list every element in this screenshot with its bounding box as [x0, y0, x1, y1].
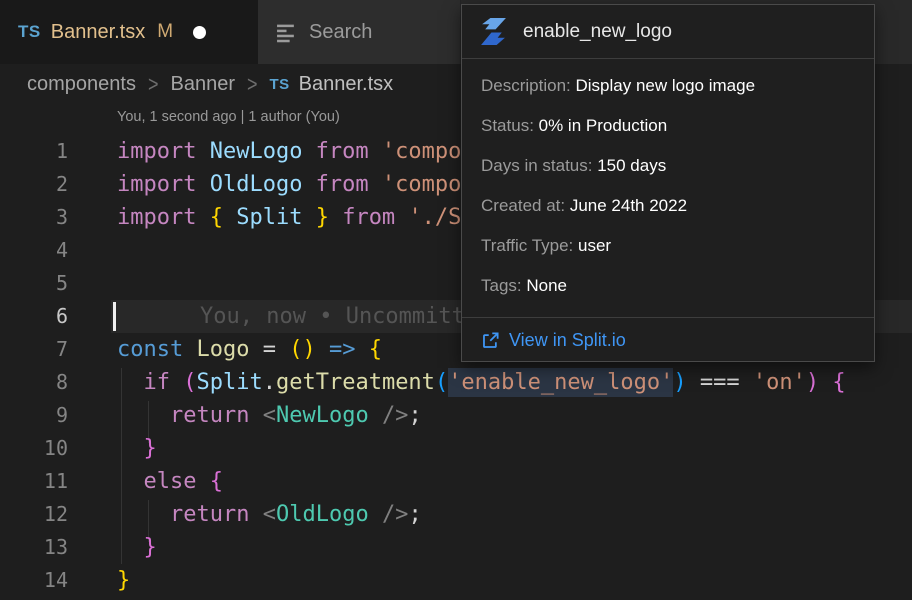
git-modified-badge: M — [157, 21, 173, 43]
view-in-split-label: View in Split.io — [509, 330, 626, 351]
flag-detail-row: Traffic Type: user — [481, 226, 855, 266]
breadcrumb-item-components[interactable]: components — [27, 73, 136, 96]
code-line-8[interactable]: if (Split.getTreatment('enable_new_logo'… — [117, 366, 846, 399]
view-in-split-link[interactable]: View in Split.io — [481, 330, 626, 351]
tab-banner-tsx[interactable]: TS Banner.tsx M — [0, 0, 258, 64]
typescript-file-icon: TS — [18, 22, 41, 42]
line-number: 11 — [0, 465, 68, 498]
line-number: 14 — [0, 564, 68, 597]
flag-detail-row: Tags: None — [481, 266, 855, 306]
dirty-indicator-dot[interactable] — [193, 26, 206, 39]
typescript-file-icon: TS — [270, 76, 290, 93]
code-line-3[interactable]: import { Split } from './S — [117, 201, 461, 234]
search-editor-icon — [276, 22, 297, 43]
code-line-9[interactable]: return <NewLogo />; — [117, 399, 422, 432]
flag-name: enable_new_logo — [523, 21, 672, 43]
code-line-13[interactable]: } — [117, 531, 157, 564]
code-line-7[interactable]: const Logo = () => { — [117, 333, 382, 366]
breadcrumb-separator: > — [148, 71, 159, 97]
tab-search-label: Search — [309, 21, 372, 44]
code-line-10[interactable]: } — [117, 432, 157, 465]
flag-details: Description: Display new logo imageStatu… — [462, 59, 874, 306]
line-number: 12 — [0, 498, 68, 531]
code-line-11[interactable]: else { — [117, 465, 223, 498]
line-number: 13 — [0, 531, 68, 564]
code-line-2[interactable]: import OldLogo from 'compo — [117, 168, 461, 201]
breadcrumb-item-file[interactable]: Banner.tsx — [299, 73, 394, 96]
code-line-12[interactable]: return <OldLogo />; — [117, 498, 422, 531]
line-number: 2 — [0, 168, 68, 201]
code-line-1[interactable]: import NewLogo from 'compo — [117, 135, 461, 168]
tab-search[interactable]: Search — [258, 0, 461, 64]
code-line-14[interactable]: } — [117, 564, 130, 597]
flag-detail-row: Description: Display new logo image — [481, 66, 855, 106]
line-number: 8 — [0, 366, 68, 399]
tooltip-footer: View in Split.io — [462, 317, 874, 363]
text-cursor — [113, 302, 116, 331]
tooltip-header: enable_new_logo — [462, 5, 874, 59]
flag-detail-row: Days in status: 150 days — [481, 146, 855, 186]
tab-filename: Banner.tsx — [51, 21, 146, 44]
line-number: 6 — [0, 300, 68, 333]
line-number: 10 — [0, 432, 68, 465]
breadcrumb-item-banner[interactable]: Banner — [170, 73, 235, 96]
gitlens-codelens[interactable]: You, 1 second ago | 1 author (You) — [117, 109, 340, 125]
line-number: 1 — [0, 135, 68, 168]
line-number: 5 — [0, 267, 68, 300]
flag-detail-row: Status: 0% in Production — [481, 106, 855, 146]
vscode-window: TS Banner.tsx M Search components > Bann… — [0, 0, 912, 600]
split-flag-hover-tooltip: enable_new_logo Description: Display new… — [461, 4, 875, 362]
line-number: 9 — [0, 399, 68, 432]
line-number: 7 — [0, 333, 68, 366]
breadcrumb-separator: > — [247, 71, 258, 97]
flag-detail-row: Created at: June 24th 2022 — [481, 186, 855, 226]
external-link-icon — [481, 331, 500, 350]
line-number: 3 — [0, 201, 68, 234]
line-number: 4 — [0, 234, 68, 267]
split-io-logo-icon — [480, 17, 507, 46]
gitlens-inline-blame: You, now • Uncommitt — [200, 300, 465, 333]
